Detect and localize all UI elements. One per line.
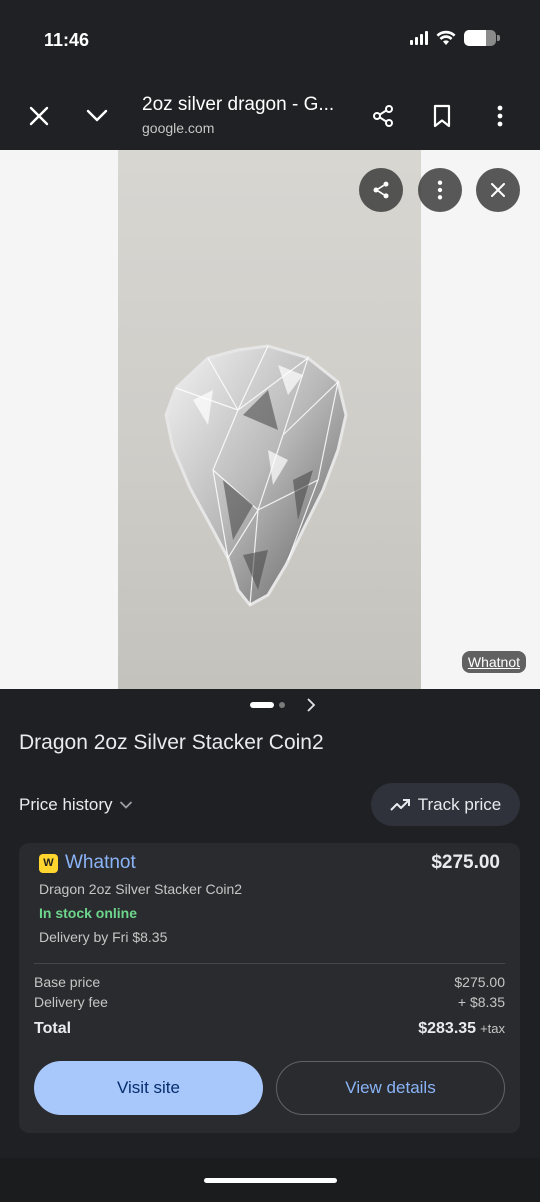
status-bar: 11:46 [0,0,540,80]
total-amount: $283.35 [418,1020,477,1037]
stock-status: In stock online [39,905,138,921]
offer-price: $275.00 [431,852,500,873]
chevron-down-icon [86,109,108,122]
total-label: Total [34,1020,72,1037]
product-title: Dragon 2oz Silver Stacker Coin2 [19,731,324,754]
trending-up-icon [390,798,410,811]
page-url: google.com [142,120,215,136]
chevron-right-icon [307,698,316,712]
status-time: 11:46 [44,30,90,50]
carousel-dot [279,702,285,708]
track-price-label: Track price [417,794,502,814]
close-tab-button[interactable] [17,94,61,138]
visit-site-button[interactable]: Visit site [34,1061,263,1115]
whatnot-logo-icon: W [39,853,58,873]
more-options-button[interactable] [478,94,522,138]
silver-dragon-coin-image [164,344,348,607]
carousel-indicator [250,702,285,708]
image-more-button[interactable] [418,168,462,212]
share-icon [373,105,393,127]
home-indicator[interactable] [204,1178,337,1183]
more-vert-icon [497,105,503,127]
carousel-next-button[interactable] [306,698,316,717]
navigation-bar [0,1158,540,1202]
tax-note: +tax [480,1021,505,1036]
image-source-link[interactable]: Whatnot [461,651,526,673]
price-history-label: Price history [19,795,113,814]
base-price-value: $275.00 [454,974,505,990]
delivery-fee-label: Delivery fee [34,994,108,1010]
offer-description: Dragon 2oz Silver Stacker Coin2 [39,881,243,897]
battery-icon [464,30,500,46]
merchant-name: Whatnot [65,852,136,873]
more-vert-icon [437,180,443,200]
carousel-dot-active [250,702,274,708]
share-image-button[interactable] [359,168,403,212]
minimize-tab-button[interactable] [75,94,119,138]
track-price-button[interactable]: Track price [371,783,520,826]
price-history-toggle[interactable]: Price history [19,795,133,815]
merchant[interactable]: W Whatnot [39,852,136,874]
bookmark-button[interactable] [420,94,464,138]
close-icon [29,106,49,126]
cell-signal-icon [410,31,428,45]
view-details-button[interactable]: View details [276,1061,505,1115]
delivery-fee-value: + $8.35 [457,994,505,1010]
page-title: 2oz silver dragon - G... [142,94,335,115]
image-viewer: Whatnot [0,150,540,689]
chevron-down-icon [119,801,132,809]
share-icon [373,181,389,199]
divider [34,963,505,964]
delivery-info: Delivery by Fri $8.35 [39,929,168,945]
offer-card: W Whatnot $275.00 Dragon 2oz Silver Stac… [19,843,520,1133]
share-button[interactable] [361,94,405,138]
base-price-label: Base price [34,974,101,990]
close-image-button[interactable] [476,168,520,212]
product-image[interactable] [118,150,421,689]
bookmark-icon [433,104,451,128]
wifi-icon [436,30,456,45]
total-value: $283.35 +tax [418,1020,505,1038]
status-icons [410,30,500,46]
custom-tab-toolbar: 2oz silver dragon - G... google.com [0,80,540,150]
close-icon [491,183,505,197]
